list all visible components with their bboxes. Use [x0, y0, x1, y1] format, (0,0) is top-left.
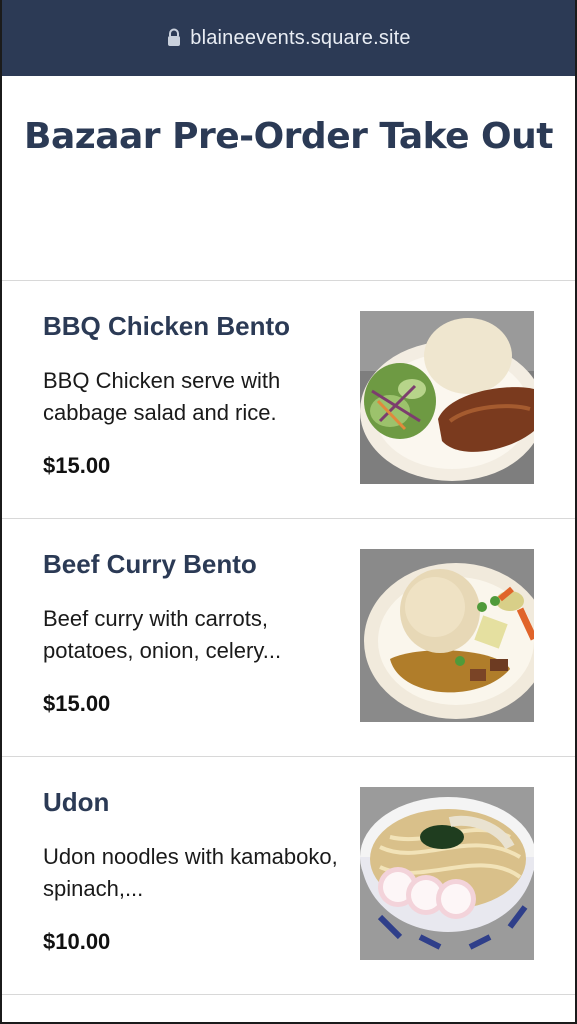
item-name[interactable]: BBQ Chicken Bento: [43, 311, 290, 342]
item-photo-udon[interactable]: [360, 787, 534, 960]
item-description: Udon noodles with kamaboko, spinach,...: [43, 844, 338, 901]
lock-icon: [168, 28, 181, 46]
item-price: $15.00: [43, 691, 111, 716]
menu-item-bbq-chicken-bento[interactable]: BBQ Chicken Bento BBQ Chicken serve with…: [0, 281, 577, 519]
browser-address-bar[interactable]: blaineevents.square.site: [0, 0, 577, 76]
item-description: Beef curry with carrots, potatoes, onion…: [43, 606, 282, 663]
page-header: Bazaar Pre-Order Take Out: [0, 76, 577, 281]
item-photo-beef-curry[interactable]: [360, 549, 534, 722]
item-price: $15.00: [43, 453, 111, 478]
item-price: $10.00: [43, 929, 111, 954]
menu-item-udon[interactable]: Udon Udon noodles with kamaboko, spinach…: [0, 757, 577, 995]
url-text: blaineevents.square.site: [190, 26, 411, 49]
item-name[interactable]: Udon: [43, 787, 109, 818]
item-photo-bbq-chicken[interactable]: [360, 311, 534, 484]
menu-item-beef-curry-bento[interactable]: Beef Curry Bento Beef curry with carrots…: [0, 519, 577, 757]
item-name[interactable]: Beef Curry Bento: [43, 549, 257, 580]
item-description: BBQ Chicken serve with cabbage salad and…: [43, 368, 281, 425]
page-title: Bazaar Pre-Order Take Out: [24, 116, 553, 157]
